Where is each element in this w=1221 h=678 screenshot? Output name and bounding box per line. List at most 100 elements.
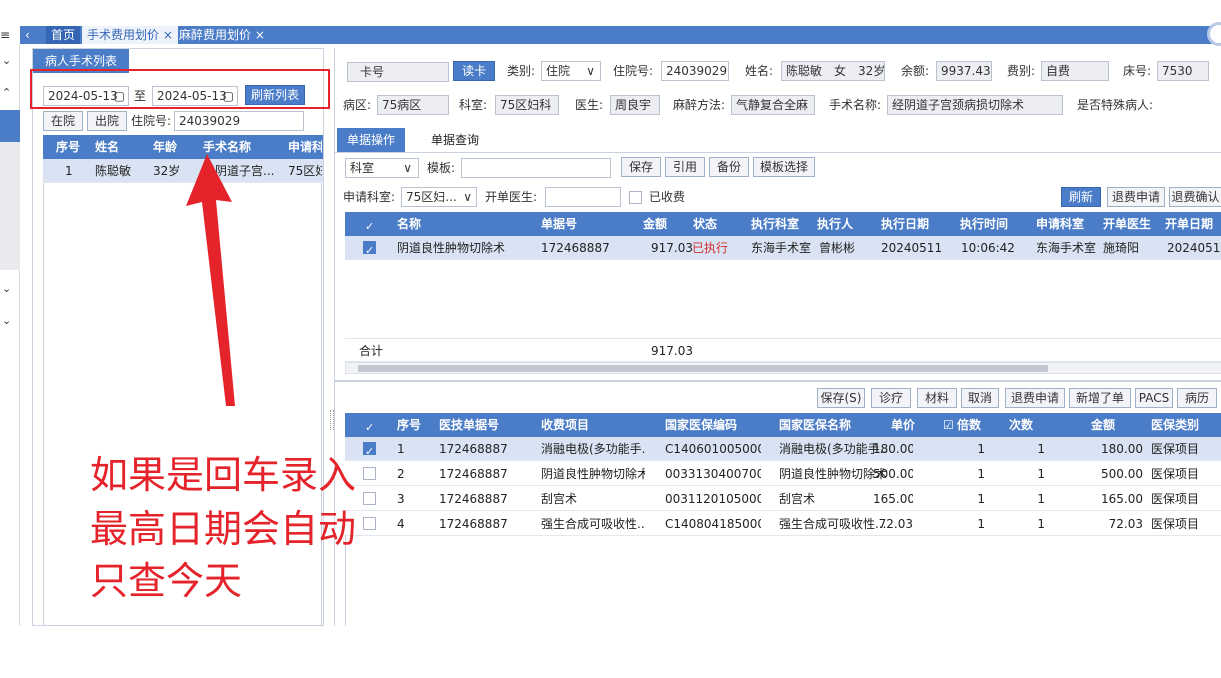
read-card-button[interactable]: 读卡 (453, 61, 495, 81)
annotation-line-1: 如果是回车录入 (90, 453, 357, 497)
card-number-input[interactable]: 卡号 (347, 62, 449, 82)
column-header[interactable]: 倍数 (957, 413, 981, 437)
template-select-button[interactable]: 模板选择 (753, 157, 815, 177)
menu-icon[interactable]: ≡ (0, 26, 10, 44)
annotation-arrow (186, 154, 235, 406)
column-header[interactable]: 收费项目 (541, 413, 589, 437)
row-checkbox[interactable] (363, 467, 376, 480)
row-cell: 1 (1037, 467, 1045, 481)
type-select[interactable]: 住院 ∨ (541, 61, 601, 81)
row-cell: 1 (1037, 442, 1045, 456)
admission-number-input[interactable]: 24039029 (661, 61, 729, 81)
table-row[interactable]: 阴道良性肿物切除术 172468887 917.03 已执行 东海手术室 曾彬彬… (345, 236, 1221, 260)
row-cell: 500.00 (1101, 467, 1143, 481)
chevron-up-icon[interactable]: ⌃ (2, 86, 11, 99)
horizontal-scrollbar[interactable] (345, 362, 1221, 374)
row-cell: 172468887 (439, 442, 508, 456)
dept-select[interactable]: 科室 ∨ (345, 158, 419, 178)
refund-confirm-button[interactable]: 退费确认 (1169, 187, 1221, 207)
column-header[interactable]: 执行日期 (881, 212, 929, 236)
column-header[interactable]: 次数 (1009, 413, 1033, 437)
column-header[interactable]: 开单医生 (1103, 212, 1151, 236)
column-header[interactable]: 名称 (397, 212, 421, 236)
column-header[interactable]: 序号 (397, 413, 421, 437)
column-header[interactable]: 医保类别 (1151, 413, 1199, 437)
refund-request-button[interactable]: 退费申请 (1005, 388, 1065, 408)
row-cell: 3 (397, 492, 405, 506)
close-icon[interactable]: × (255, 28, 265, 42)
column-header[interactable]: 单据号 (541, 212, 577, 236)
tab-bill-query[interactable]: 单据查询 (421, 128, 489, 152)
column-header[interactable]: 金额 (1091, 413, 1115, 437)
column-header[interactable]: 年龄 (153, 135, 177, 159)
table-row[interactable]: 3 172468887 刮宫术 0031120105000... 刮宫术 165.00 1 1… (345, 487, 1221, 511)
tab-scroll-left[interactable]: ‹ (20, 26, 46, 44)
pacs-button[interactable]: PACS (1135, 388, 1173, 408)
treatment-button[interactable]: 诊疗 (871, 388, 911, 408)
table-border-left (43, 183, 44, 625)
chevron-down-icon[interactable]: ⌄ (2, 54, 11, 67)
row-checkbox[interactable] (363, 442, 376, 455)
save-button[interactable]: 保存 (621, 157, 661, 177)
select-all-checkbox[interactable] (363, 418, 376, 431)
order-doctor-input[interactable] (545, 187, 621, 207)
close-icon[interactable]: × (163, 28, 173, 42)
refund-apply-button[interactable]: 退费申请 (1107, 187, 1165, 207)
table-row[interactable]: 2 172468887 阴道良性肿物切除术 0033130400700... 阴道良性肿… (345, 462, 1221, 486)
material-button[interactable]: 材料 (917, 388, 957, 408)
admission-input[interactable]: 24039029 (174, 111, 304, 131)
medical-record-button[interactable]: 病历 (1177, 388, 1217, 408)
row-checkbox[interactable] (363, 241, 376, 254)
apply-dept-select[interactable]: 75区妇... ∨ (401, 187, 477, 207)
select-all-checkbox[interactable] (363, 217, 376, 230)
type-label: 类别: (507, 64, 536, 78)
column-header[interactable]: 申请科室 (1036, 212, 1084, 236)
column-header[interactable]: 申请科 (288, 135, 322, 159)
column-header[interactable]: 执行时间 (960, 212, 1008, 236)
side-nav-group[interactable] (0, 142, 20, 270)
column-header[interactable]: 金额 (643, 212, 667, 236)
row-checkbox[interactable] (363, 492, 376, 505)
row-cell: 180.00 (1101, 442, 1143, 456)
table-row[interactable]: 1 172468887 消融电极(多功能手... C140601005000... 消融… (345, 437, 1221, 461)
chevron-down-icon[interactable]: ∨ (463, 188, 472, 206)
chevron-down-icon[interactable]: ∨ (586, 62, 595, 80)
backup-button[interactable]: 备份 (709, 157, 749, 177)
add-bill-button[interactable]: 新增了单 (1069, 388, 1131, 408)
tab-bill-operation[interactable]: 单据操作 (337, 128, 406, 152)
column-header[interactable]: 医技单据号 (439, 413, 499, 437)
table-row[interactable]: 4 172468887 强生合成可吸收性... C140804185000... 强生合… (345, 512, 1221, 536)
anesthesia-field: 气静复合全麻 (731, 95, 815, 115)
charged-checkbox[interactable] (629, 191, 642, 204)
column-header[interactable]: 序号 (56, 135, 80, 159)
column-header[interactable]: 状态 (693, 212, 717, 236)
row-checkbox[interactable] (363, 517, 376, 530)
out-hospital-button[interactable]: 出院 (87, 111, 127, 131)
template-input[interactable] (461, 158, 611, 178)
tab-home[interactable]: 首页 (46, 26, 81, 44)
column-header[interactable]: 执行科室 (751, 212, 799, 236)
save-s-button[interactable]: 保存(S) (817, 388, 865, 408)
tab-surgery-fee[interactable]: 手术费用划价 × (82, 26, 178, 44)
chevron-down-icon[interactable]: ∨ (403, 159, 412, 177)
column-header[interactable]: 国家医保编码 (665, 413, 737, 437)
column-header[interactable]: 姓名 (95, 135, 119, 159)
row-cell: 医保项目 (1151, 517, 1200, 531)
section-divider[interactable] (335, 380, 1221, 382)
admission-label: 住院号: (131, 114, 172, 128)
edit-icon[interactable]: ☑ (943, 413, 954, 437)
row-cell: 500.00 (873, 467, 913, 481)
tab-anesthesia-fee[interactable]: 麻醉费用划价 × (174, 26, 270, 44)
chevron-down-icon[interactable]: ⌄ (2, 314, 11, 327)
column-header[interactable]: 开单日期 (1165, 212, 1221, 236)
in-hospital-button[interactable]: 在院 (43, 111, 83, 131)
refresh-button[interactable]: 刷新 (1061, 187, 1101, 207)
quote-button[interactable]: 引用 (665, 157, 705, 177)
column-header[interactable]: 国家医保名称 (779, 413, 851, 437)
column-header[interactable]: 执行人 (817, 212, 853, 236)
scrollbar-thumb[interactable] (358, 365, 1048, 372)
side-nav-selected[interactable] (0, 110, 20, 142)
cancel-button[interactable]: 取消 (961, 388, 999, 408)
column-header[interactable]: 单价 (891, 413, 915, 437)
chevron-down-icon[interactable]: ⌄ (2, 282, 11, 295)
